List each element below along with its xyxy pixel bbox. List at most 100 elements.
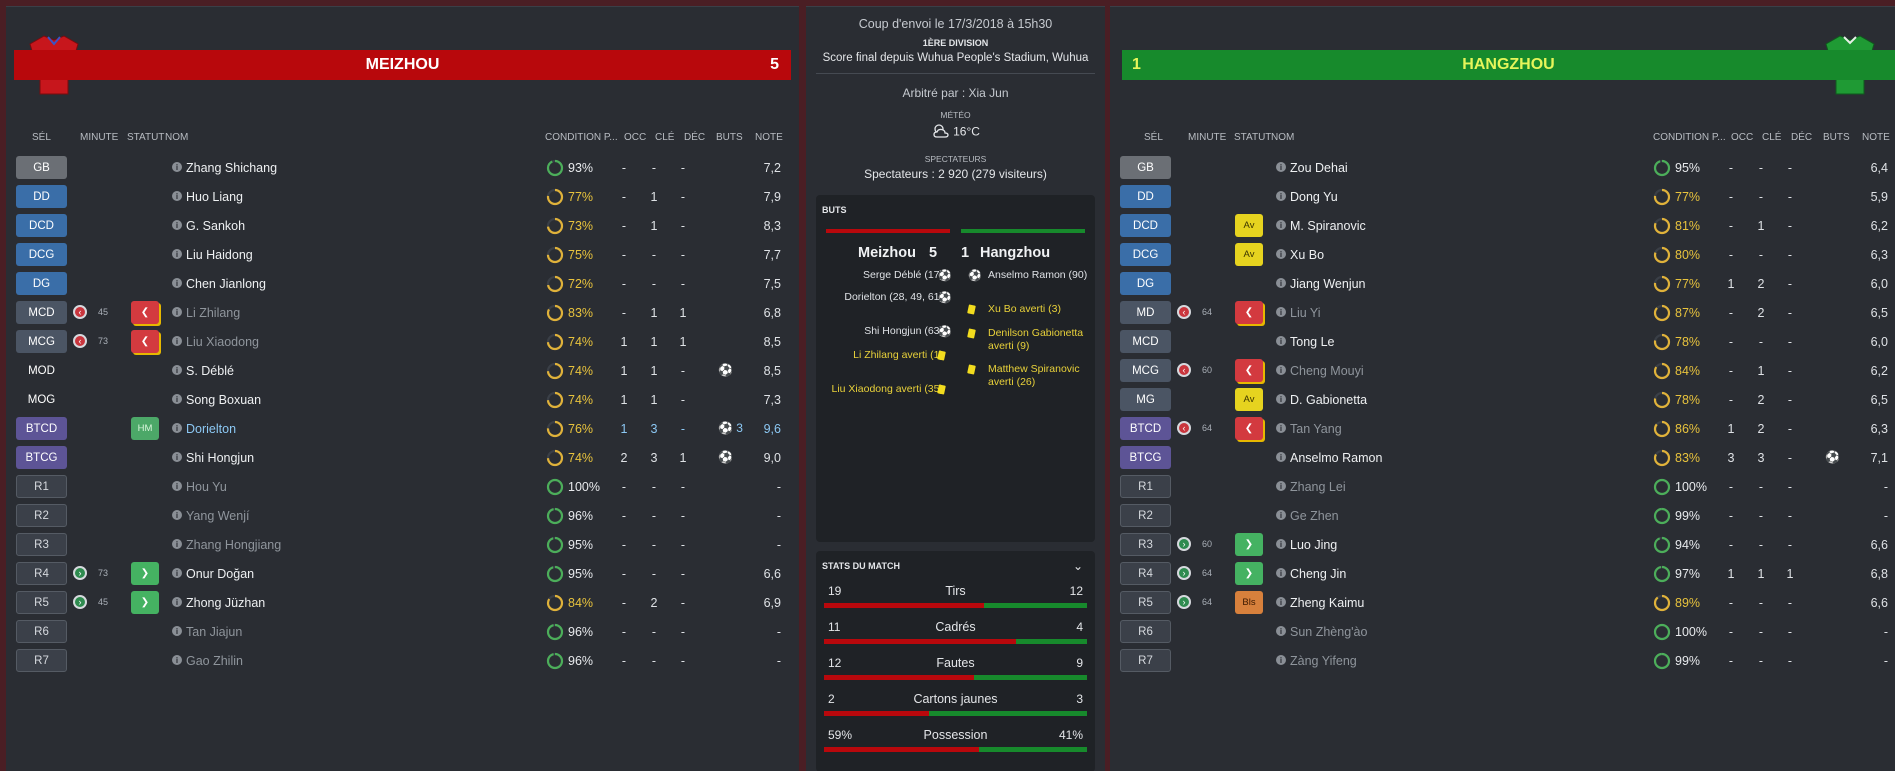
player-name[interactable]: Liu Xiaodong [186,335,259,349]
col-note[interactable]: NOTE [755,132,783,143]
position-badge[interactable]: DCG [16,243,67,266]
player-name[interactable]: Ge Zhen [1290,509,1339,523]
col-buts[interactable]: BUTS [716,132,743,143]
info-icon[interactable]: i [172,597,182,607]
player-name[interactable]: Tong Le [1290,335,1334,349]
position-badge[interactable]: DG [16,272,67,295]
player-row[interactable]: R3 i Zhang Hongjiang 95% - - - - [6,530,799,559]
col-minute[interactable]: MINUTE [1188,132,1226,143]
col-occ[interactable]: OCC [1731,132,1753,143]
player-name[interactable]: Dorielton [186,422,236,436]
player-name[interactable]: Zhang Hongjiang [186,538,281,552]
player-row[interactable]: DCG Av i Xu Bo 80% - - - 6,3 [1110,240,1895,269]
info-icon[interactable]: i [172,365,182,375]
info-icon[interactable]: i [1276,655,1286,665]
info-icon[interactable]: i [172,162,182,172]
position-badge[interactable]: R2 [16,504,67,527]
info-icon[interactable]: i [1276,307,1286,317]
player-name[interactable]: Zhong Jüzhan [186,596,265,610]
player-name[interactable]: Luo Jing [1290,538,1337,552]
position-badge[interactable]: MCD [16,301,67,324]
player-row[interactable]: R6 i Sun Zhèng'ào 100% - - - - [1110,617,1895,646]
player-name[interactable]: Liu Yi [1290,306,1321,320]
info-icon[interactable]: i [1276,452,1286,462]
player-name[interactable]: Dong Yu [1290,190,1338,204]
info-icon[interactable]: i [1276,249,1286,259]
info-icon[interactable]: i [172,336,182,346]
position-badge[interactable]: MCG [16,330,67,353]
info-icon[interactable]: i [1276,423,1286,433]
info-icon[interactable]: i [172,249,182,259]
info-icon[interactable]: i [172,568,182,578]
info-icon[interactable]: i [172,481,182,491]
col-condition[interactable]: CONDITION P... [1653,132,1726,143]
player-row[interactable]: R5 › 45 ❯ i Zhong Jüzhan 84% - 2 - 6,9 [6,588,799,617]
col-statut[interactable]: STATUT [1234,132,1271,143]
position-badge[interactable]: DCG [1120,243,1171,266]
position-badge[interactable]: MOG [16,388,67,411]
player-row[interactable]: DG i Jiang Wenjun 77% 1 2 - 6,0 [1110,269,1895,298]
col-nom[interactable]: NOM [165,132,188,143]
position-badge[interactable]: GB [16,156,67,179]
player-row[interactable]: MCG ‹ 73 ❮ i Liu Xiaodong 74% 1 1 1 8,5 [6,327,799,356]
col-sel[interactable]: SÉL [32,132,51,143]
player-row[interactable]: MCD ‹ 45 ❮ i Li Zhilang 83% - 1 1 6,8 [6,298,799,327]
col-dec[interactable]: DÉC [684,132,705,143]
position-badge[interactable]: MCD [1120,330,1171,353]
info-icon[interactable]: i [1276,220,1286,230]
player-name[interactable]: Hou Yu [186,480,227,494]
position-badge[interactable]: DCD [16,214,67,237]
position-badge[interactable]: BTCD [16,417,67,440]
info-icon[interactable]: i [1276,191,1286,201]
position-badge[interactable]: R3 [16,533,67,556]
position-badge[interactable]: R6 [16,620,67,643]
player-name[interactable]: Liu Haidong [186,248,253,262]
player-name[interactable]: Chen Jianlong [186,277,266,291]
position-badge[interactable]: R6 [1120,620,1171,643]
player-row[interactable]: R7 i Zàng Yifeng 99% - - - - [1110,646,1895,675]
col-buts[interactable]: BUTS [1823,132,1850,143]
player-name[interactable]: Zheng Kaimu [1290,596,1364,610]
col-minute[interactable]: MINUTE [80,132,118,143]
col-statut[interactable]: STATUT [127,132,164,143]
player-row[interactable]: R6 i Tan Jiajun 96% - - - - [6,617,799,646]
info-icon[interactable]: i [172,626,182,636]
position-badge[interactable]: MG [1120,388,1171,411]
player-row[interactable]: R2 i Ge Zhen 99% - - - - [1110,501,1895,530]
position-badge[interactable]: R7 [1120,649,1171,672]
player-row[interactable]: R3 › 60 ❯ i Luo Jing 94% - - - 6,6 [1110,530,1895,559]
position-badge[interactable]: R2 [1120,504,1171,527]
col-condition[interactable]: CONDITION P... [545,132,618,143]
position-badge[interactable]: BTCG [16,446,67,469]
player-row[interactable]: MCG ‹ 60 ❮ i Cheng Mouyi 84% - 1 - 6,2 [1110,356,1895,385]
info-icon[interactable]: i [1276,626,1286,636]
player-name[interactable]: Cheng Jin [1290,567,1346,581]
info-icon[interactable]: i [1276,510,1286,520]
info-icon[interactable]: i [1276,394,1286,404]
info-icon[interactable]: i [1276,278,1286,288]
info-icon[interactable]: i [172,539,182,549]
player-name[interactable]: Tan Yang [1290,422,1342,436]
player-row[interactable]: BTCG i Shi Hongjun 74% 2 3 1 ⚽ 9,0 [6,443,799,472]
player-name[interactable]: Gao Zhilin [186,654,243,668]
position-badge[interactable]: DD [16,185,67,208]
col-cle[interactable]: CLÉ [655,132,674,143]
position-badge[interactable]: R3 [1120,533,1171,556]
chevron-down-icon[interactable]: ⌄ [1073,559,1083,573]
player-name[interactable]: Song Boxuan [186,393,261,407]
info-icon[interactable]: i [1276,568,1286,578]
player-name[interactable]: M. Spiranovic [1290,219,1366,233]
position-badge[interactable]: MCG [1120,359,1171,382]
position-badge[interactable]: GB [1120,156,1171,179]
player-row[interactable]: MOG i Song Boxuan 74% 1 1 - 7,3 [6,385,799,414]
info-icon[interactable]: i [1276,597,1286,607]
position-badge[interactable]: BTCD [1120,417,1171,440]
position-badge[interactable]: R1 [1120,475,1171,498]
player-name[interactable]: D. Gabionetta [1290,393,1367,407]
player-name[interactable]: Li Zhilang [186,306,240,320]
info-icon[interactable]: i [172,655,182,665]
position-badge[interactable]: BTCG [1120,446,1171,469]
player-name[interactable]: Zhang Shichang [186,161,277,175]
player-name[interactable]: Zàng Yifeng [1290,654,1357,668]
player-row[interactable]: DG i Chen Jianlong 72% - - - 7,5 [6,269,799,298]
